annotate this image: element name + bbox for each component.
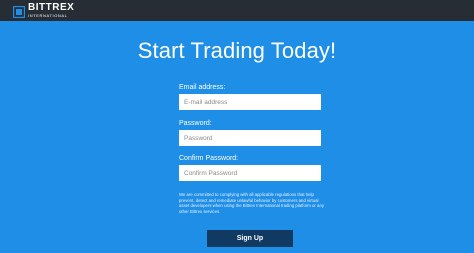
sign-up-button[interactable]: Sign Up — [207, 230, 293, 247]
email-label: Email address: — [179, 84, 226, 91]
bittrex-logo[interactable]: BITTREX INTERNATIONAL — [12, 2, 75, 18]
confirm-password-label: Confirm Password: — [179, 155, 239, 162]
password-field[interactable] — [179, 130, 321, 146]
page-title: Start Trading Today! — [137, 38, 337, 63]
brand-subtitle: INTERNATIONAL — [28, 13, 68, 18]
password-label: Password: — [179, 120, 212, 127]
brand-name: BITTREX — [28, 2, 75, 13]
top-navigation-bar: BITTREX INTERNATIONAL — [0, 0, 474, 21]
email-field[interactable] — [179, 94, 321, 110]
confirm-password-field[interactable] — [179, 165, 321, 181]
bittrex-logo-icon — [12, 5, 26, 18]
compliance-disclaimer: We are committed to complying with all a… — [179, 192, 324, 214]
